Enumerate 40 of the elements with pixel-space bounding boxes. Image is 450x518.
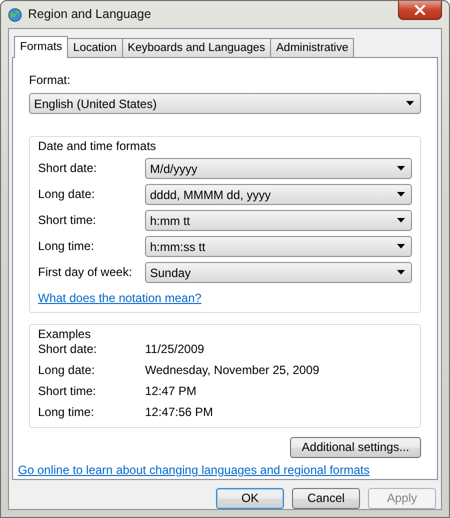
format-dropdown[interactable]: Sunday	[145, 262, 412, 283]
dialog-button[interactable]: OK	[216, 488, 284, 509]
notation-link[interactable]: What does the notation mean?	[38, 291, 202, 305]
format-dropdown[interactable]: h:mm tt	[145, 210, 412, 231]
caret-icon	[397, 244, 405, 249]
example-label: Short date:	[38, 341, 98, 358]
field-label: Short time:	[38, 212, 98, 229]
format-label: Format:	[29, 72, 72, 89]
field-label: Short date:	[38, 160, 98, 177]
field-label: Long date:	[38, 186, 96, 203]
window-title: Region and Language	[28, 6, 152, 24]
example-value: 11/25/2009	[144, 341, 206, 358]
format-dropdown[interactable]: M/d/yyyy	[145, 158, 412, 179]
tab[interactable]: Formats	[14, 36, 68, 58]
example-label: Long date:	[38, 362, 96, 379]
field-label: Long time:	[38, 238, 96, 255]
tab[interactable]: Keyboards and Languages	[122, 38, 272, 57]
online-help-link[interactable]: Go online to learn about changing languages and regional formats	[18, 463, 370, 477]
example-label: Long time:	[38, 404, 96, 421]
tab[interactable]: Administrative	[270, 38, 354, 57]
close-icon	[414, 5, 426, 15]
close-button[interactable]	[398, 1, 442, 20]
example-value: 12:47:56 PM	[144, 404, 214, 421]
caret-icon	[397, 270, 405, 275]
format-dropdown[interactable]: h:mm:ss tt	[145, 236, 412, 257]
example-value: Wednesday, November 25, 2009	[144, 362, 320, 379]
group-title: Examples	[36, 327, 93, 342]
caret-icon	[397, 166, 405, 171]
caret-icon	[406, 101, 414, 106]
dialog-button[interactable]: Cancel	[292, 488, 360, 509]
tab[interactable]: Location	[67, 38, 123, 57]
format-dropdown[interactable]: English (United States)	[29, 93, 421, 114]
additional-settings-button[interactable]: Additional settings...	[290, 437, 421, 458]
format-dropdown[interactable]: dddd, MMMM dd, yyyy	[145, 184, 412, 205]
globe-icon	[8, 8, 22, 22]
example-value: 12:47 PM	[144, 383, 198, 400]
example-label: Short time:	[38, 383, 98, 400]
caret-icon	[397, 192, 405, 197]
field-label: First day of week:	[38, 264, 134, 281]
caret-icon	[397, 218, 405, 223]
